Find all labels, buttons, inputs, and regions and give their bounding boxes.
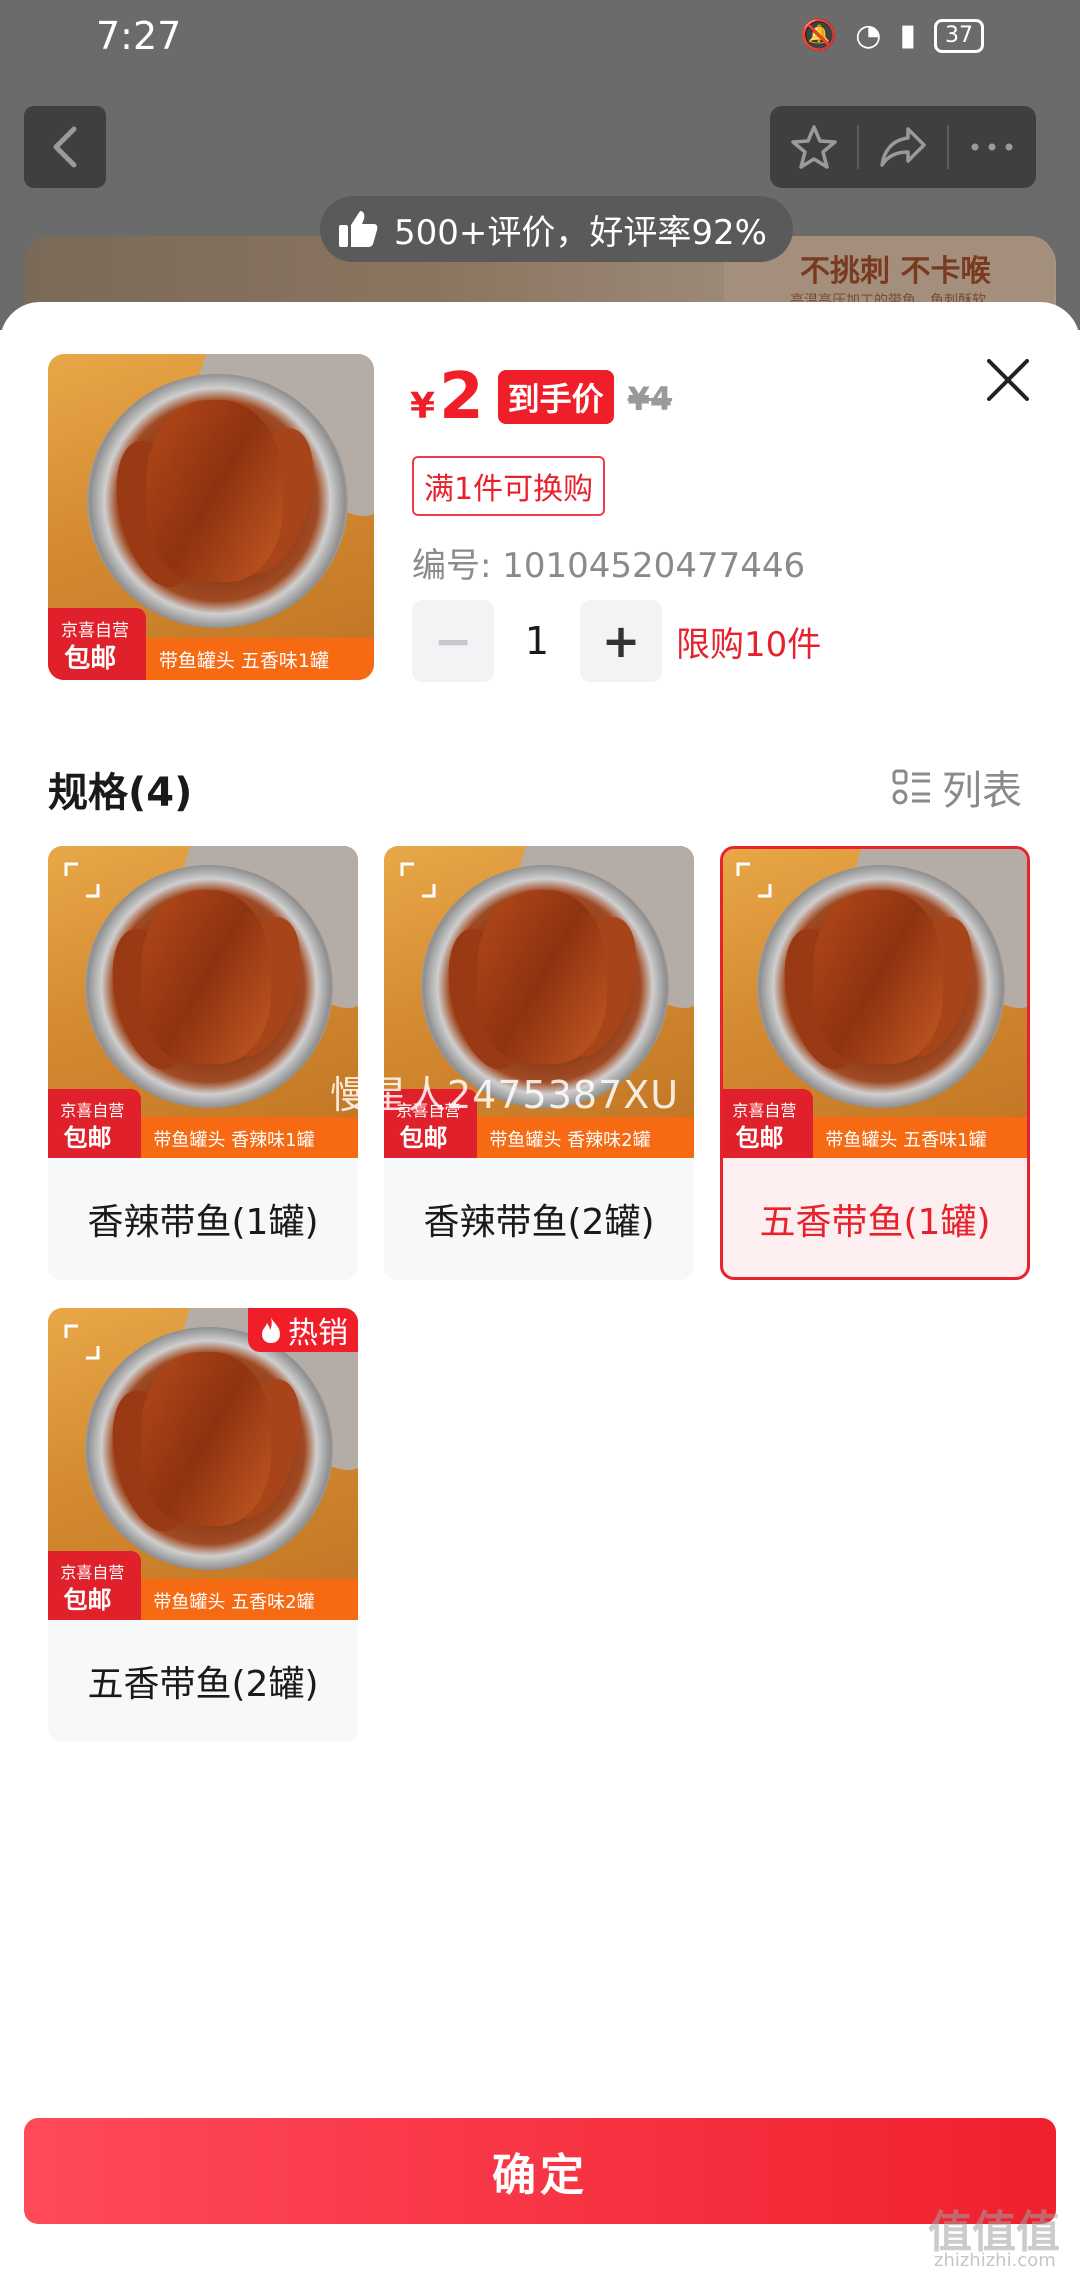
thumbs-up-icon	[339, 211, 378, 247]
self-operated-label: 京喜自营	[732, 1100, 797, 1120]
spec-option-name: 五香带鱼(1罐)	[759, 1202, 991, 1243]
list-view-toggle[interactable]: 列表	[892, 758, 1022, 816]
spec-option-image: 京喜自营 包邮 带鱼罐头 五香味1罐	[723, 849, 1027, 1158]
free-shipping-label: 包邮	[735, 1124, 784, 1153]
close-button[interactable]	[978, 350, 1038, 410]
status-bar: 7:27 🔕 ◔ ▮ 37	[0, 0, 1080, 74]
spec-option-name: 香辣带鱼(1罐)	[87, 1202, 319, 1243]
sku-number: 编号: 10104520477446	[412, 546, 806, 586]
product-strip-text: 带鱼罐头 五香味2罐	[153, 1591, 315, 1613]
decrease-quantity-button[interactable]: −	[412, 600, 494, 682]
hot-sale-label: 热销	[288, 1316, 348, 1351]
site-watermark-url: zhizhizhi.com	[934, 2250, 1056, 2271]
free-shipping-label: 包邮	[63, 1586, 112, 1615]
free-shipping-label: 包邮	[399, 1124, 448, 1153]
star-icon	[790, 125, 837, 169]
flame-icon	[262, 1317, 280, 1343]
spec-section-title: 规格(4)	[48, 770, 193, 816]
share-icon	[880, 127, 926, 167]
share-button[interactable]	[859, 106, 946, 188]
confirm-button[interactable]: 确定	[24, 2118, 1056, 2224]
list-view-icon	[892, 769, 930, 805]
spec-option-card[interactable]: 热销 京喜自营 包邮 带鱼罐头 五香味2罐 五香带鱼(2罐)	[48, 1308, 358, 1742]
mute-icon: 🔕	[799, 18, 838, 53]
price-value: 2	[439, 360, 484, 434]
spec-option-image: 京喜自营 包邮 带鱼罐头 香辣味1罐	[48, 846, 358, 1158]
spec-option-name: 香辣带鱼(2罐)	[423, 1202, 655, 1243]
user-watermark: 慢星人2475387XU	[330, 1073, 680, 1117]
list-view-label: 列表	[942, 768, 1022, 814]
product-strip-text: 带鱼罐头 五香味1罐	[158, 650, 329, 673]
price-currency: ¥	[410, 386, 436, 427]
product-strip-text: 带鱼罐头 香辣味1罐	[153, 1129, 315, 1151]
close-icon	[987, 359, 1029, 401]
spec-option-image: 京喜自营 包邮 带鱼罐头 五香味2罐	[48, 1308, 358, 1620]
confirm-button-label: 确定	[492, 2150, 588, 2201]
expand-icon[interactable]	[734, 860, 774, 900]
quantity-stepper: − 1 + 限购10件	[412, 600, 821, 682]
battery-icon: 37	[934, 19, 984, 53]
expand-icon[interactable]	[62, 1322, 102, 1362]
hot-sale-badge: 热销	[248, 1308, 358, 1352]
quantity-value[interactable]: 1	[494, 619, 580, 663]
free-shipping-label: 包邮	[64, 644, 117, 675]
status-time: 7:27	[96, 14, 182, 58]
expand-icon[interactable]	[398, 860, 438, 900]
back-arrow-icon	[53, 126, 77, 168]
spec-option-name: 五香带鱼(2罐)	[87, 1664, 319, 1705]
self-operated-label: 京喜自营	[60, 1562, 125, 1582]
final-price-label: 到手价	[497, 370, 614, 424]
selected-sku-thumbnail[interactable]: 京喜自营 包邮 带鱼罐头 五香味1罐	[48, 354, 374, 680]
top-action-group	[770, 106, 1036, 188]
wifi-icon: ◔	[855, 18, 882, 53]
status-icons: 🔕 ◔ ▮ 37	[800, 18, 984, 54]
review-summary-pill[interactable]: 500+评价，好评率92%	[320, 196, 793, 262]
spec-option-card[interactable]: 京喜自营 包邮 带鱼罐头 香辣味1罐 香辣带鱼(1罐)	[48, 846, 358, 1280]
favorite-button[interactable]	[770, 106, 857, 188]
expand-icon[interactable]	[62, 860, 102, 900]
self-operated-label: 京喜自营	[60, 1100, 125, 1120]
price-row: ¥ 2 到手价 ¥4	[410, 360, 672, 440]
more-icon	[971, 143, 1013, 151]
review-summary-text: 500+评价，好评率92%	[394, 212, 767, 253]
original-price: ¥4	[627, 380, 673, 418]
product-strip-text: 带鱼罐头 香辣味2罐	[489, 1129, 651, 1151]
free-shipping-label: 包邮	[63, 1124, 112, 1153]
increase-quantity-button[interactable]: +	[580, 600, 662, 682]
spec-option-card-selected[interactable]: 京喜自营 包邮 带鱼罐头 五香味1罐 五香带鱼(1罐)	[720, 846, 1030, 1280]
purchase-limit: 限购10件	[676, 624, 822, 665]
background-banner-title: 不挑刺 不卡喉	[800, 254, 991, 289]
product-image: 京喜自营 包邮 带鱼罐头 五香味1罐	[48, 354, 374, 680]
promo-tag[interactable]: 满1件可换购	[412, 456, 606, 516]
spec-option-card[interactable]: 京喜自营 包邮 带鱼罐头 香辣味2罐 香辣带鱼(2罐)	[384, 846, 694, 1280]
product-strip-text: 带鱼罐头 五香味1罐	[825, 1129, 987, 1151]
alert-icon: ▮	[899, 18, 916, 53]
more-button[interactable]	[949, 106, 1036, 188]
back-button[interactable]	[24, 106, 106, 188]
